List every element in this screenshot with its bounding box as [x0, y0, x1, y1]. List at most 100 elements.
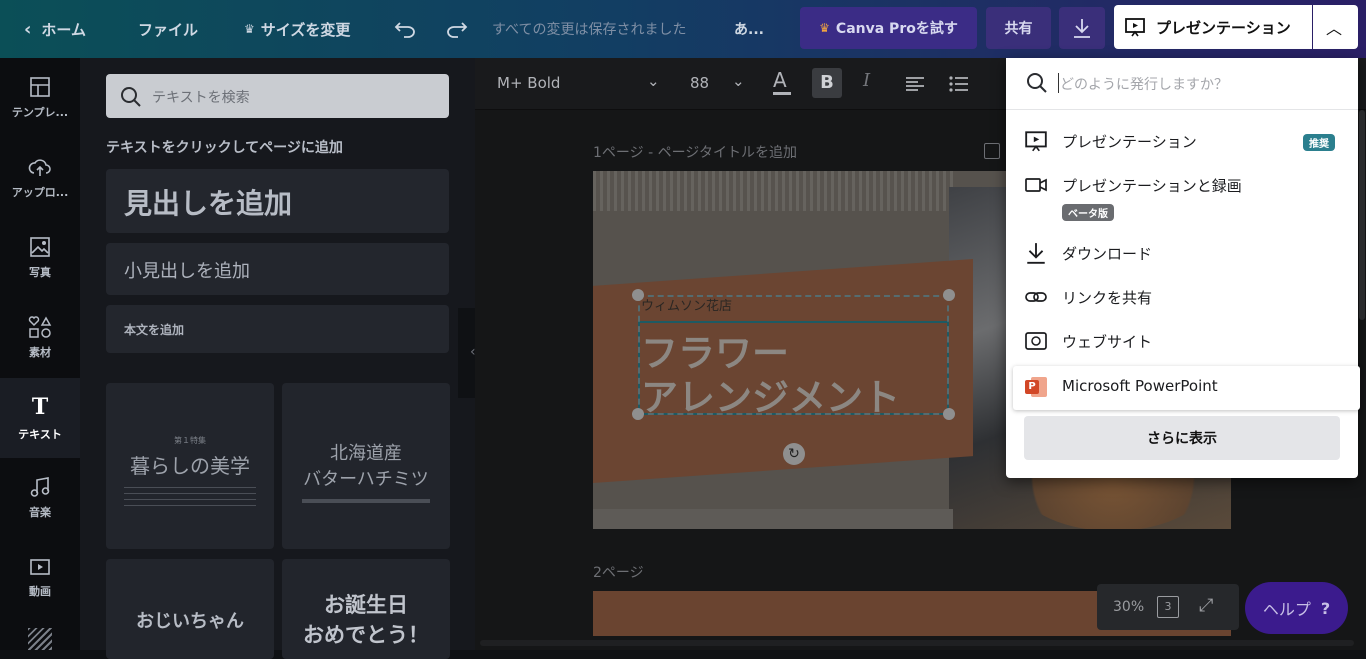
page-1-title[interactable]: 1ページ - ページタイトルを追加 [593, 142, 797, 162]
chevron-up-icon[interactable]: ︿ [1326, 15, 1342, 39]
rail-item-video[interactable]: 動画 [0, 538, 80, 618]
rail-item-templates[interactable]: テンプレ... [0, 58, 80, 138]
menu-item-label: Microsoft PowerPoint [1062, 377, 1218, 395]
left-rail: テンプレ... アップロ... 写真 素材 T テキスト 音楽 動画 [0, 58, 80, 650]
text-color-icon: A [773, 68, 787, 92]
home-label: ホーム [41, 20, 86, 39]
crown-icon: ♛ [819, 21, 830, 35]
search-placeholder: どのように発行しますか？ [1060, 77, 1228, 93]
slide-heading-line-2[interactable]: アレンジメント [641, 367, 900, 421]
menu-item-present[interactable]: プレゼンテーション 推奨 [1006, 121, 1358, 161]
horizontal-scrollbar[interactable] [480, 640, 1354, 646]
tile-text: おめでとう！ [303, 623, 429, 647]
font-size-select[interactable]: 88 ⌄ [690, 72, 745, 92]
website-icon [1025, 332, 1047, 350]
help-label: ヘルプ [1262, 600, 1311, 619]
menu-item-present-record[interactable]: プレゼンテーションと録画 ベータ版 [1006, 165, 1358, 221]
text-style-tile[interactable]: 北海道産 バターハチミツ [282, 383, 450, 549]
align-button[interactable] [905, 76, 925, 96]
menu-item-download[interactable]: ダウンロード [1006, 233, 1358, 273]
resize-handle[interactable] [632, 408, 644, 420]
zoom-level[interactable]: 30% [1113, 599, 1144, 615]
rail-item-text[interactable]: T テキスト [0, 378, 80, 458]
text-color-button[interactable]: A [773, 68, 791, 95]
list-button[interactable] [949, 76, 969, 96]
rail-item-elements[interactable]: 素材 [0, 298, 80, 378]
home-button[interactable]: ‹ ホーム [24, 0, 86, 58]
file-menu[interactable]: ファイル [138, 0, 198, 58]
menu-item-website[interactable]: ウェブサイト [1006, 321, 1358, 361]
undo-button[interactable] [394, 0, 416, 58]
font-size-value: 88 [690, 74, 710, 92]
video-icon [30, 559, 50, 575]
menu-item-share-link[interactable]: リンクを共有 [1006, 277, 1358, 317]
text-cursor [1058, 73, 1059, 93]
rotate-icon: ↻ [788, 446, 800, 462]
italic-button[interactable]: I [863, 70, 870, 91]
chevron-left-icon: ‹ [24, 18, 32, 40]
add-subheading-button[interactable]: 小見出しを追加 [106, 243, 449, 295]
download-icon [1074, 19, 1090, 38]
resize-handle[interactable] [632, 289, 644, 301]
resize-button[interactable]: ♛ サイズを変更 [244, 0, 350, 58]
rail-label: アップロ... [11, 186, 69, 199]
cloud-upload-icon [28, 159, 51, 176]
resize-handle[interactable] [943, 408, 955, 420]
link-icon [1025, 292, 1047, 302]
resize-handle[interactable] [943, 289, 955, 301]
rail-item-music[interactable]: 音楽 [0, 458, 80, 538]
menu-item-label: リンクを共有 [1062, 289, 1153, 307]
publish-search-input[interactable]: どのように発行しますか？ [1006, 58, 1358, 110]
rail-label: テンプレ... [11, 106, 69, 119]
help-button[interactable]: ヘルプ ? [1245, 582, 1348, 634]
search-input[interactable]: テキストを検索 [106, 74, 449, 118]
fullscreen-icon[interactable]: ⤢ [1199, 595, 1213, 616]
add-body-button[interactable]: 本文を追加 [106, 305, 449, 353]
page-count-button[interactable]: 3 [1157, 596, 1179, 618]
tile-text: 暮らしの美学 [130, 454, 250, 478]
rail-item-photos[interactable]: 写真 [0, 218, 80, 298]
background-pattern-icon[interactable] [28, 628, 52, 650]
presentation-icon [1025, 131, 1047, 152]
try-pro-button[interactable]: ♛ Canva Proを試す [800, 7, 977, 49]
notes-icon[interactable] [984, 143, 1000, 159]
crown-icon: ♛ [244, 22, 255, 36]
page-2-title[interactable]: 2ページ [593, 562, 644, 582]
share-button[interactable]: 共有 [986, 7, 1051, 49]
save-status: すべての変更は保存されました [492, 22, 687, 38]
rotate-handle[interactable]: ↻ [783, 443, 805, 465]
torn-paper-bottom [593, 509, 953, 529]
font-name: M+ Bold [497, 74, 561, 92]
show-more-button[interactable]: さらに表示 [1024, 416, 1340, 460]
shapes-icon [28, 316, 52, 338]
rail-label: 素材 [29, 346, 51, 359]
add-heading-button[interactable]: 見出しを追加 [106, 169, 449, 233]
panel-title: テキストをクリックしてページに追加 [106, 140, 343, 156]
bold-button[interactable]: B [812, 68, 842, 98]
text-style-tile[interactable]: おじいちゃん [106, 559, 274, 659]
redo-icon [447, 22, 468, 38]
tile-fine-print [124, 487, 256, 511]
text-style-tile[interactable]: お誕生日 おめでとう！ [282, 559, 450, 659]
text-panel: テキストを検索 テキストをクリックしてページに追加 見出しを追加 小見出しを追加… [80, 58, 475, 659]
menu-item-powerpoint[interactable]: P Microsoft PowerPoint [1013, 366, 1360, 410]
font-family-select[interactable]: M+ Bold ⌄ [497, 72, 660, 92]
page-count: 3 [1164, 600, 1172, 613]
tile-text: おじいちゃん [136, 611, 244, 632]
menu-item-label: プレゼンテーション [1062, 133, 1197, 151]
present-button[interactable]: プレゼンテーション ︿ [1114, 5, 1358, 49]
text-style-tile[interactable]: 第１特集 暮らしの美学 [106, 383, 274, 549]
design-title[interactable]: あ... [734, 0, 764, 58]
download-button[interactable] [1059, 7, 1105, 49]
redo-button[interactable] [446, 0, 468, 58]
add-body-label: 本文を追加 [124, 323, 185, 337]
menu-item-label: ウェブサイト [1062, 333, 1153, 351]
image-icon [30, 237, 50, 257]
vertical-scrollbar[interactable] [1359, 110, 1365, 320]
align-left-icon [906, 77, 924, 91]
tile-fine-print [302, 499, 430, 503]
rail-item-uploads[interactable]: アップロ... [0, 138, 80, 218]
add-subheading-label: 小見出しを追加 [124, 261, 250, 282]
tile-text: 北海道産 [330, 443, 402, 464]
tile-text: お誕生日 [324, 593, 408, 617]
